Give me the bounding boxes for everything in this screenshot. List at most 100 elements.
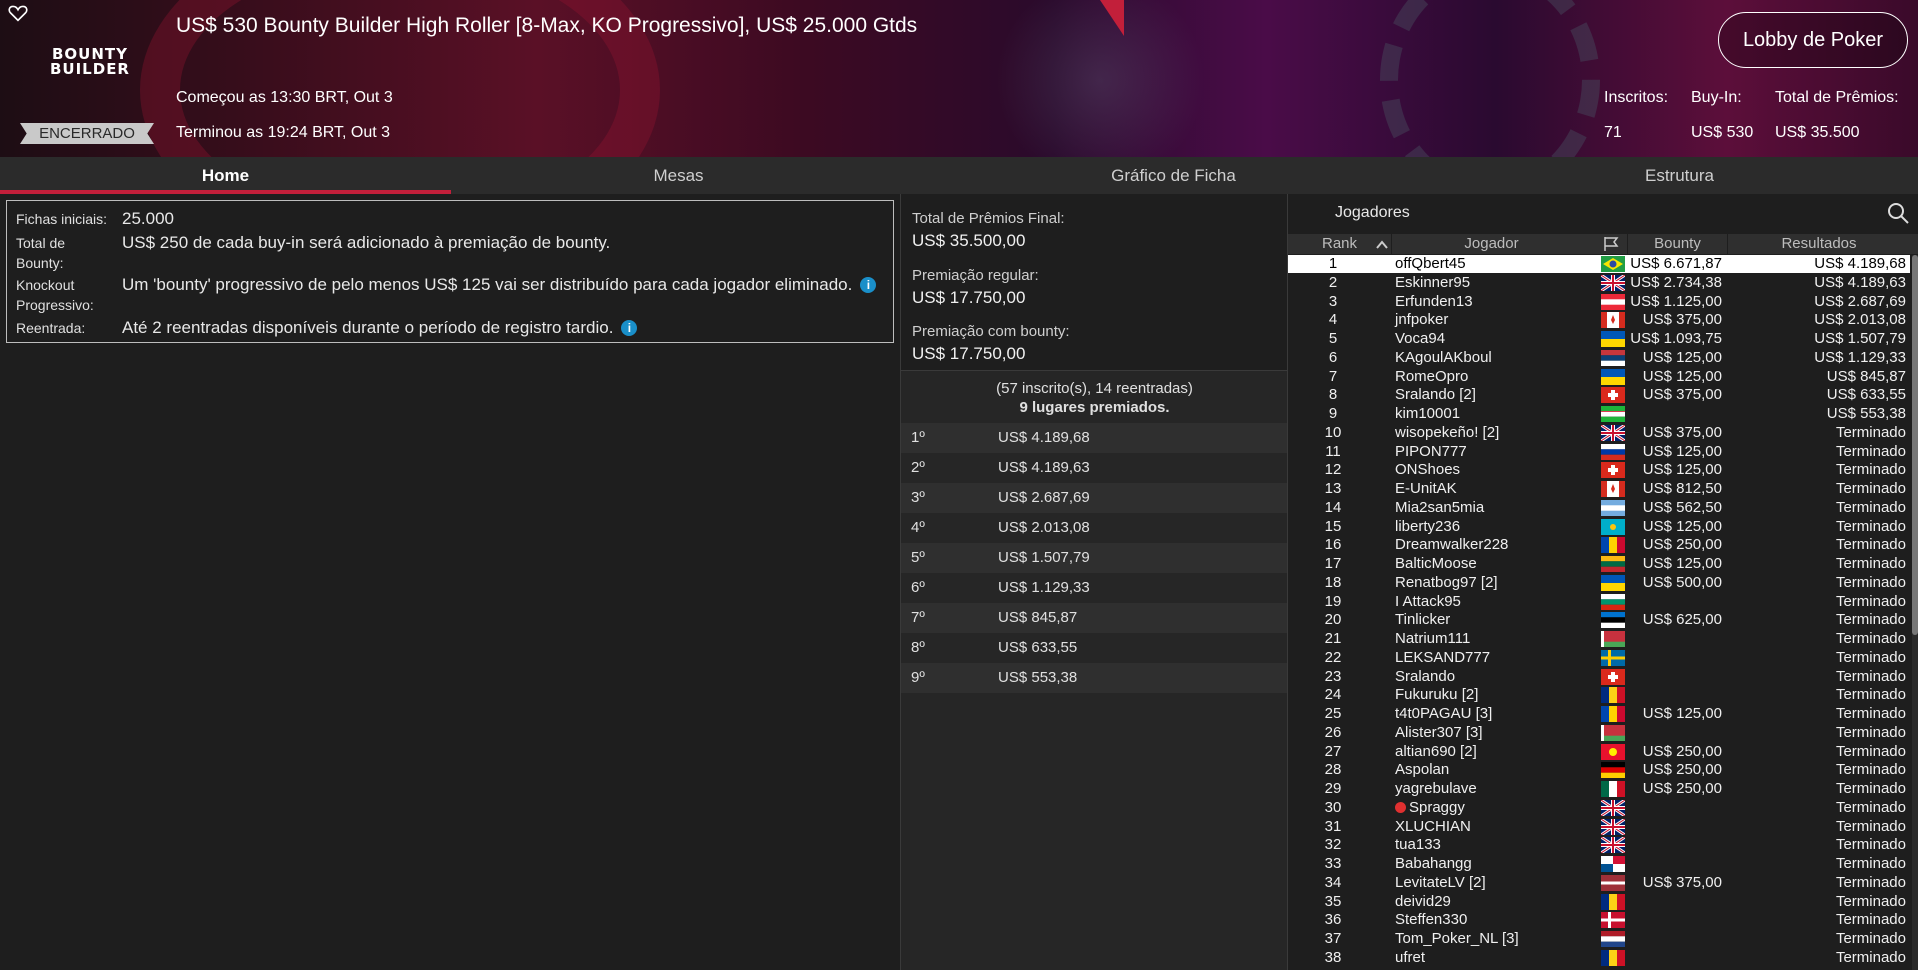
flag-column-icon[interactable] [1602, 236, 1620, 252]
scrollbar-thumb[interactable] [1912, 255, 1918, 635]
player-row[interactable]: 5 Voca94 US$ 1.093,75 US$ 1.507,79 [1288, 330, 1910, 348]
progressive-ko-value: Um 'bounty' progressivo de pelo menos US… [122, 275, 877, 295]
players-scrollbar[interactable] [1912, 255, 1918, 970]
player-row[interactable]: 2 Eskinner95 US$ 2.734,38 US$ 4.189,63 [1288, 274, 1910, 292]
info-icon[interactable]: i [621, 320, 638, 336]
start-time: Começou as 13:30 BRT, Out 3 [176, 89, 393, 106]
favorite-heart-icon[interactable] [8, 4, 28, 22]
places-info: 9 lugares premiados. [1019, 399, 1170, 416]
player-row[interactable]: 19 I Attack95 Terminado [1288, 593, 1910, 611]
sort-ascending-icon[interactable] [1376, 239, 1388, 249]
player-rank: 28 [1324, 761, 1342, 779]
starting-chips-label: Fichas iniciais: [16, 211, 108, 227]
buyin-label: Buy-In: [1691, 89, 1742, 106]
player-row[interactable]: 4 jnfpoker US$ 375,00 US$ 2.013,08 [1288, 311, 1910, 329]
player-row[interactable]: 26 Alister307 [3] Terminado [1288, 724, 1910, 742]
by-flag-icon [1601, 631, 1625, 647]
kz-flag-icon [1601, 518, 1625, 535]
player-rank: 16 [1324, 536, 1342, 554]
player-row[interactable]: 30 Spraggy Terminado [1288, 799, 1910, 817]
player-row[interactable]: 15 liberty236 US$ 125,00 Terminado [1288, 518, 1910, 536]
player-row[interactable]: 22 LEKSAND777 Terminado [1288, 649, 1910, 667]
player-row[interactable]: 27 altian690 [2] US$ 250,00 Terminado [1288, 743, 1910, 761]
payout-row: 6º US$ 1.129,33 [901, 573, 1288, 603]
player-row[interactable]: 24 Fukuruku [2] Terminado [1288, 686, 1910, 704]
payout-row: 4º US$ 2.013,08 [901, 513, 1288, 543]
player-row[interactable]: 28 Aspolan US$ 250,00 Terminado [1288, 761, 1910, 779]
player-row[interactable]: 36 Steffen330 Terminado [1288, 911, 1910, 929]
player-result: Terminado [1835, 705, 1906, 722]
player-bounty: US$ 562,50 [1642, 498, 1722, 516]
player-row[interactable]: 12 ONShoes US$ 125,00 Terminado [1288, 461, 1910, 479]
payout-amount: US$ 845,87 [998, 609, 1078, 626]
player-rank: 26 [1324, 723, 1342, 741]
player-name: Alister307 [3] [1395, 723, 1483, 741]
status-badge: ENCERRADO [20, 123, 154, 144]
player-result: Terminado [1835, 930, 1906, 947]
player-row[interactable]: 21 Natrium111 Terminado [1288, 630, 1910, 648]
column-bounty[interactable]: Bounty [1627, 234, 1727, 254]
player-row[interactable]: 23 Sralando Terminado [1288, 668, 1910, 686]
dk-flag-icon [1601, 912, 1625, 929]
player-rank: 24 [1324, 686, 1342, 704]
ro-flag-icon [1601, 893, 1625, 910]
payout-amount: US$ 4.189,68 [998, 429, 1090, 446]
player-name: yagrebulave [1395, 780, 1477, 797]
player-result: Terminado [1835, 555, 1906, 572]
poker-lobby-button[interactable]: Lobby de Poker [1718, 12, 1908, 68]
player-bounty: US$ 375,00 [1642, 423, 1722, 441]
player-bounty: US$ 125,00 [1642, 348, 1722, 366]
ua-flag-icon [1601, 574, 1625, 591]
player-row[interactable]: 20 Tinlicker US$ 625,00 Terminado [1288, 611, 1910, 629]
player-row[interactable]: 14 Mia2san5mia US$ 562,50 Terminado [1288, 499, 1910, 517]
player-row[interactable]: 37 Tom_Poker_NL [3] Terminado [1288, 930, 1910, 948]
entrants-value: 71 [1604, 124, 1622, 141]
info-icon[interactable]: i [860, 277, 877, 293]
player-row[interactable]: 13 E-UnitAK US$ 812,50 Terminado [1288, 480, 1910, 498]
ca-flag-icon [1601, 312, 1625, 329]
tab-chip-chart[interactable]: Gráfico de Ficha [906, 157, 1441, 194]
player-bounty: US$ 375,00 [1642, 311, 1722, 329]
tab-tables[interactable]: Mesas [451, 157, 906, 194]
prizes-label: Total de Prêmios: [1775, 89, 1899, 106]
player-row[interactable]: 7 RomeOpro US$ 125,00 US$ 845,87 [1288, 368, 1910, 386]
tab-home[interactable]: Home [0, 157, 451, 194]
player-row[interactable]: 31 XLUCHIAN Terminado [1288, 818, 1910, 836]
player-row[interactable]: 3 Erfunden13 US$ 1.125,00 US$ 2.687,69 [1288, 293, 1910, 311]
player-name: I Attack95 [1395, 592, 1461, 610]
entrants-label: Inscritos: [1604, 89, 1669, 106]
column-results[interactable]: Resultados [1727, 234, 1910, 254]
search-icon[interactable] [1886, 201, 1910, 225]
player-row[interactable]: 25 t4t0PAGAU [3] US$ 125,00 Terminado [1288, 705, 1910, 723]
player-row[interactable]: 34 LevitateLV [2] US$ 375,00 Terminado [1288, 874, 1910, 892]
player-row[interactable]: 32 tua133 Terminado [1288, 836, 1910, 854]
player-row[interactable]: 16 Dreamwalker228 US$ 250,00 Terminado [1288, 536, 1910, 554]
player-rank: 15 [1324, 517, 1342, 535]
player-row[interactable]: 10 wisopekeño! [2] US$ 375,00 Terminado [1288, 424, 1910, 442]
player-row[interactable]: 38 ufret Terminado [1288, 949, 1910, 967]
player-name: offQbert45 [1395, 255, 1466, 272]
player-result: Terminado [1835, 948, 1906, 966]
player-name: Babahangg [1395, 855, 1472, 872]
player-row[interactable]: 8 Sralando [2] US$ 375,00 US$ 633,55 [1288, 386, 1910, 404]
player-rank: 8 [1328, 386, 1338, 404]
player-row[interactable]: 11 PIPON777 US$ 125,00 Terminado [1288, 443, 1910, 461]
player-rank: 33 [1324, 855, 1342, 872]
player-result: Terminado [1835, 480, 1906, 497]
payout-amount: US$ 1.129,33 [998, 579, 1090, 596]
player-name: Renatbog97 [2] [1395, 573, 1498, 591]
tab-structure[interactable]: Estrutura [1441, 157, 1918, 194]
column-player[interactable]: Jogador [1391, 234, 1591, 254]
player-row[interactable]: 6 KAgoulAKboul US$ 125,00 US$ 1.129,33 [1288, 349, 1910, 367]
player-row[interactable]: 35 deivid29 Terminado [1288, 893, 1910, 911]
player-rank: 25 [1324, 705, 1342, 722]
player-rank: 2 [1328, 273, 1338, 291]
player-row[interactable]: 1 offQbert45 US$ 6.671,87 US$ 4.189,68 [1288, 255, 1910, 273]
player-row[interactable]: 18 Renatbog97 [2] US$ 500,00 Terminado [1288, 574, 1910, 592]
player-row[interactable]: 17 BalticMoose US$ 125,00 Terminado [1288, 555, 1910, 573]
player-row[interactable]: 9 kim10001 US$ 553,38 [1288, 405, 1910, 423]
player-result: Terminado [1835, 742, 1906, 760]
player-row[interactable]: 29 yagrebulave US$ 250,00 Terminado [1288, 780, 1910, 798]
payout-table: (57 inscrito(s), 14 reentradas) 9 lugare… [901, 370, 1288, 970]
player-row[interactable]: 33 Babahangg Terminado [1288, 855, 1910, 873]
